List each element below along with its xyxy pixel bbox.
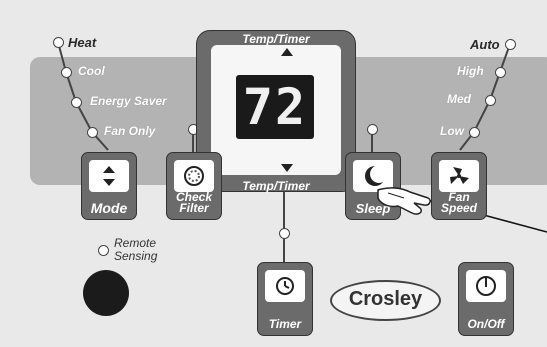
- mode-label: Mode: [90, 200, 128, 216]
- mode-button[interactable]: Mode: [81, 152, 137, 220]
- med-label: Med: [447, 92, 471, 106]
- timer-icon: [276, 277, 294, 295]
- fan-speed-button[interactable]: Fan Speed: [431, 152, 487, 220]
- remote-sensor: [83, 270, 129, 316]
- timer-indicator: [279, 228, 290, 239]
- sleep-face: [353, 160, 393, 192]
- temp-timer-top-label: Temp/Timer: [242, 32, 310, 46]
- filter-icon: [184, 166, 204, 186]
- high-label: High: [457, 64, 484, 78]
- temperature-readout: 72: [236, 75, 314, 139]
- fan-speed-face: [439, 160, 479, 192]
- check-filter-button[interactable]: Check Filter: [166, 152, 222, 220]
- on-off-label: On/Off: [459, 317, 513, 331]
- display-window: 72: [211, 45, 341, 175]
- filter-label: Filter: [179, 201, 209, 215]
- check-filter-face: [174, 160, 214, 192]
- remote-sensing-indicator: [98, 245, 109, 256]
- temp-down-arrow-icon[interactable]: [281, 164, 293, 172]
- heat-label: Heat: [68, 35, 97, 50]
- timer-face: [265, 270, 305, 302]
- remote-label: Remote: [114, 236, 157, 250]
- high-indicator: [495, 67, 506, 78]
- fan-icon: [450, 167, 469, 184]
- fan-speed-label: Fan Speed: [432, 191, 486, 215]
- cool-indicator: [61, 67, 72, 78]
- cool-label: Cool: [78, 64, 105, 78]
- energy-saver-label: Energy Saver: [90, 94, 167, 108]
- speed-label: Speed: [440, 201, 477, 215]
- power-icon: [476, 276, 496, 296]
- power-button[interactable]: On/Off: [458, 262, 514, 336]
- arrow-up-down-icon: [103, 166, 115, 186]
- timer-label: Timer: [268, 317, 302, 331]
- fan-only-label: Fan Only: [104, 124, 156, 138]
- auto-indicator: [505, 39, 516, 50]
- sleep-button[interactable]: Sleep: [345, 152, 401, 220]
- mode-button-face: [89, 160, 129, 192]
- fan-only-indicator: [87, 127, 98, 138]
- temp-up-arrow-icon[interactable]: [281, 48, 293, 56]
- low-label: Low: [440, 124, 464, 138]
- power-face: [466, 270, 506, 302]
- energy-saver-indicator: [71, 97, 82, 108]
- moon-icon: [365, 166, 383, 186]
- sleep-indicator: [367, 124, 378, 135]
- on-label: On: [467, 317, 485, 331]
- sleep-label: Sleep: [355, 201, 391, 216]
- control-panel: Heat Cool Energy Saver Fan Only Auto Hig…: [0, 0, 547, 347]
- low-indicator: [469, 127, 480, 138]
- off-label: /Off: [484, 317, 505, 331]
- med-indicator: [485, 95, 496, 106]
- auto-label: Auto: [470, 37, 500, 52]
- timer-button[interactable]: Timer: [257, 262, 313, 336]
- remote-sensing-label: Remote Sensing: [114, 237, 157, 263]
- sensing-label: Sensing: [114, 249, 158, 263]
- brand-logo: Crosley: [330, 280, 441, 321]
- heat-indicator: [53, 37, 64, 48]
- check-filter-label: Check Filter: [167, 191, 221, 215]
